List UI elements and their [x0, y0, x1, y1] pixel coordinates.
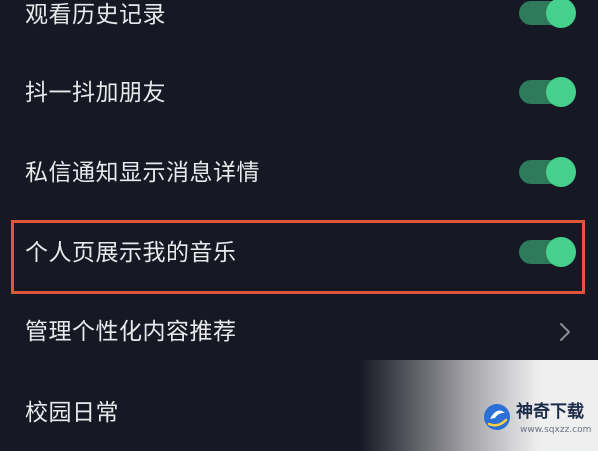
show-my-music-toggle[interactable]	[519, 237, 576, 267]
settings-screen: 观看历史记录 抖一抖加朋友 私信通知显示消息详情 个人页展示我的音乐 管理个性化…	[0, 0, 598, 451]
chevron-right-icon	[560, 323, 570, 341]
toggle-knob	[546, 77, 576, 107]
settings-row-dm-notification-details[interactable]: 私信通知显示消息详情	[0, 133, 598, 213]
dm-notification-details-toggle[interactable]	[519, 157, 576, 187]
shenqi-logo-icon	[484, 404, 510, 430]
watermark: 神奇下载 www.sqxzz.com	[482, 400, 598, 446]
shake-add-friends-toggle[interactable]	[519, 77, 576, 107]
toggle-knob	[546, 0, 576, 28]
settings-row-show-my-music[interactable]: 个人页展示我的音乐	[0, 213, 598, 293]
settings-row-label: 私信通知显示消息详情	[25, 160, 260, 186]
settings-row-label: 管理个性化内容推荐	[25, 319, 237, 345]
watermark-title: 神奇下载	[516, 402, 584, 422]
settings-row-watch-history[interactable]: 观看历史记录	[0, 0, 598, 55]
settings-row-label: 校园日常	[25, 400, 119, 426]
toggle-knob	[546, 157, 576, 187]
settings-row-shake-add-friends[interactable]: 抖一抖加朋友	[0, 53, 598, 133]
toggle-knob	[546, 237, 576, 267]
watermark-url: www.sqxzz.com	[520, 425, 592, 435]
settings-row-label: 抖一抖加朋友	[25, 80, 166, 106]
watch-history-toggle[interactable]	[519, 0, 576, 28]
settings-row-label: 观看历史记录	[25, 2, 166, 28]
settings-row-label: 个人页展示我的音乐	[25, 240, 237, 266]
